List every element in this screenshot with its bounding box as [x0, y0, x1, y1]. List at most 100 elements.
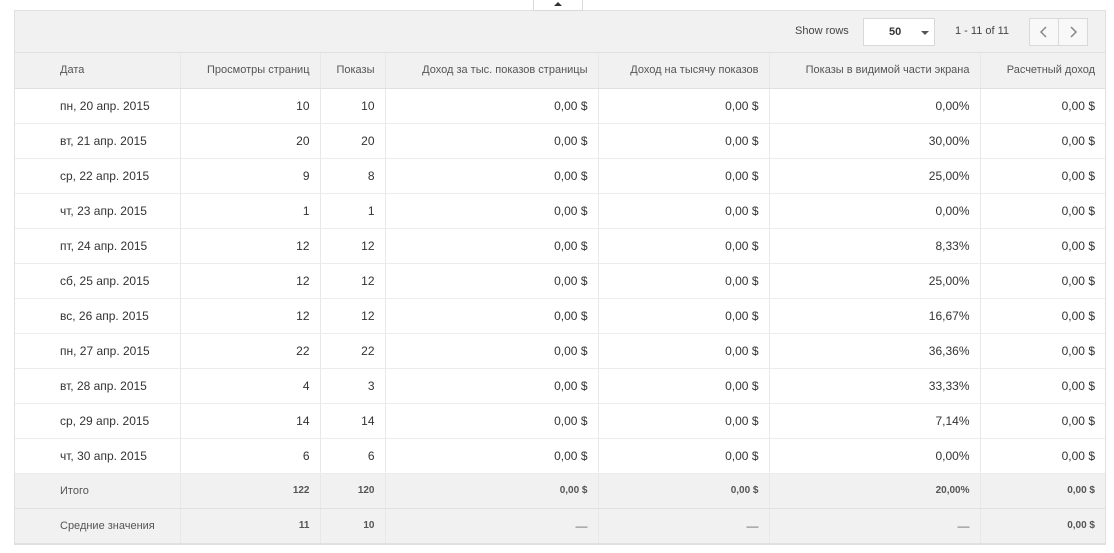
cell-date: пн, 27 апр. 2015: [15, 333, 181, 369]
cell-pageviews: 4: [180, 368, 321, 404]
cell-impressions: 22: [320, 333, 386, 369]
cell-impression-rpm: 0,00 $: [598, 368, 770, 404]
cell-date: вс, 26 апр. 2015: [15, 298, 181, 334]
show-rows-label: Show rows: [795, 25, 849, 37]
cell-estimated-earnings: 0,00 $: [980, 228, 1105, 264]
cell-impressions: 12: [320, 228, 386, 264]
caret-up-icon: [554, 2, 562, 6]
table-row: чт, 23 апр. 2015 1 1 0,00 $0,00 $0,00% 0,00 …: [15, 193, 1105, 229]
table-row: пт, 24 апр. 2015 12 12 0,00 $0,00 $8,33% 0,0…: [15, 228, 1105, 264]
table-row: чт, 30 апр. 2015 6 6 0,00 $0,00 $0,00% 0,00 …: [15, 438, 1105, 474]
cell-impressions: 12: [320, 263, 386, 299]
cell-page-rpm: 0,00 $: [385, 438, 599, 474]
table-row: пн, 27 апр. 2015 22 22 0,00 $0,00 $36,36% 0,…: [15, 333, 1105, 369]
cell-impressions: 3: [320, 368, 386, 404]
cell-pageviews: 10: [180, 88, 321, 124]
cell-viewability: 8,33%: [769, 228, 981, 264]
cell-impressions: 1: [320, 193, 386, 229]
averages-impressions: 10: [320, 508, 386, 544]
column-header-page-rpm[interactable]: Доход за тыс. показов страницы: [385, 53, 599, 89]
totals-page-rpm: 0,00 $: [385, 473, 599, 509]
cell-page-rpm: 0,00 $: [385, 263, 599, 299]
cell-impression-rpm: 0,00 $: [598, 333, 770, 369]
cell-pageviews: 1: [180, 193, 321, 229]
cell-pageviews: 12: [180, 298, 321, 334]
cell-page-rpm: 0,00 $: [385, 123, 599, 159]
cell-date: сб, 25 апр. 2015: [15, 263, 181, 299]
cell-impressions: 12: [320, 298, 386, 334]
cell-pageviews: 6: [180, 438, 321, 474]
cell-page-rpm: 0,00 $: [385, 298, 599, 334]
rows-per-page-select[interactable]: 50: [863, 18, 935, 46]
cell-impression-rpm: 0,00 $: [598, 263, 770, 299]
cell-estimated-earnings: 0,00 $: [980, 88, 1105, 124]
chevron-left-icon: [1039, 26, 1047, 38]
column-header-impression-rpm[interactable]: Доход на тысячу показов: [598, 53, 770, 89]
collapse-toggle[interactable]: [533, 0, 583, 11]
table-row: пн, 20 апр. 2015 10 10 0,00 $0,00 $0,00% 0,0…: [15, 88, 1105, 124]
cell-viewability: 25,00%: [769, 263, 981, 299]
cell-viewability: 25,00%: [769, 158, 981, 194]
cell-viewability: 0,00%: [769, 88, 981, 124]
header-row: Дата Просмотры страниц Показы Доход за т…: [15, 53, 1105, 89]
averages-viewability: —: [769, 508, 981, 544]
cell-impression-rpm: 0,00 $: [598, 438, 770, 474]
cell-estimated-earnings: 0,00 $: [980, 368, 1105, 404]
averages-page-rpm: —: [385, 508, 599, 544]
cell-date: вт, 28 апр. 2015: [15, 368, 181, 404]
cell-page-rpm: 0,00 $: [385, 368, 599, 404]
report-table-panel: Show rows 50 1 - 11 of 11 Дата Просмотры…: [14, 10, 1106, 545]
data-table: Дата Просмотры страниц Показы Доход за т…: [15, 53, 1105, 544]
averages-pageviews: 11: [180, 508, 321, 544]
table-row: сб, 25 апр. 2015 12 12 0,00 $0,00 $25,00% 0,…: [15, 263, 1105, 299]
cell-impression-rpm: 0,00 $: [598, 228, 770, 264]
cell-impression-rpm: 0,00 $: [598, 123, 770, 159]
cell-impressions: 20: [320, 123, 386, 159]
cell-impression-rpm: 0,00 $: [598, 298, 770, 334]
cell-viewability: 36,36%: [769, 333, 981, 369]
cell-estimated-earnings: 0,00 $: [980, 438, 1105, 474]
cell-page-rpm: 0,00 $: [385, 403, 599, 439]
table-row: вс, 26 апр. 2015 12 12 0,00 $0,00 $16,67% 0,…: [15, 298, 1105, 334]
table-row: вт, 21 апр. 2015 20 20 0,00 $0,00 $30,00% 0,…: [15, 123, 1105, 159]
cell-estimated-earnings: 0,00 $: [980, 123, 1105, 159]
cell-pageviews: 20: [180, 123, 321, 159]
cell-estimated-earnings: 0,00 $: [980, 263, 1105, 299]
totals-pageviews: 122: [180, 473, 321, 509]
cell-pageviews: 22: [180, 333, 321, 369]
cell-pageviews: 9: [180, 158, 321, 194]
table-row: ср, 29 апр. 2015 14 14 0,00 $0,00 $7,14% 0,0…: [15, 403, 1105, 439]
next-page-button[interactable]: [1058, 18, 1088, 46]
cell-impressions: 8: [320, 158, 386, 194]
column-header-estimated-earnings[interactable]: Расчетный доход: [980, 53, 1105, 89]
cell-page-rpm: 0,00 $: [385, 228, 599, 264]
totals-impressions: 120: [320, 473, 386, 509]
totals-viewability: 20,00%: [769, 473, 981, 509]
chevron-right-icon: [1070, 26, 1078, 38]
column-header-viewability[interactable]: Показы в видимой части экрана: [769, 53, 981, 89]
cell-impression-rpm: 0,00 $: [598, 193, 770, 229]
cell-pageviews: 12: [180, 228, 321, 264]
cell-pageviews: 12: [180, 263, 321, 299]
cell-impression-rpm: 0,00 $: [598, 403, 770, 439]
cell-date: чт, 30 апр. 2015: [15, 438, 181, 474]
cell-estimated-earnings: 0,00 $: [980, 403, 1105, 439]
previous-page-button[interactable]: [1029, 18, 1059, 46]
cell-impressions: 10: [320, 88, 386, 124]
cell-page-rpm: 0,00 $: [385, 88, 599, 124]
column-header-date[interactable]: Дата: [15, 53, 181, 89]
cell-impressions: 14: [320, 403, 386, 439]
pagination-range: 1 - 11 of 11: [955, 25, 1010, 37]
totals-row: Итого 122 120 0,00 $ 0,00 $ 20,00% 0,00 …: [15, 473, 1105, 509]
cell-estimated-earnings: 0,00 $: [980, 298, 1105, 334]
cell-viewability: 16,67%: [769, 298, 981, 334]
cell-impression-rpm: 0,00 $: [598, 88, 770, 124]
rows-per-page-value: 50: [889, 26, 902, 38]
totals-label: Итого: [15, 473, 181, 509]
table-row: вт, 28 апр. 2015 4 3 0,00 $0,00 $33,33% 0,00…: [15, 368, 1105, 404]
averages-impression-rpm: —: [598, 508, 770, 544]
table-toolbar: Show rows 50 1 - 11 of 11: [15, 11, 1105, 53]
column-header-pageviews[interactable]: Просмотры страниц: [180, 53, 321, 89]
column-header-impressions[interactable]: Показы: [320, 53, 386, 89]
averages-label: Средние значения: [15, 508, 181, 544]
